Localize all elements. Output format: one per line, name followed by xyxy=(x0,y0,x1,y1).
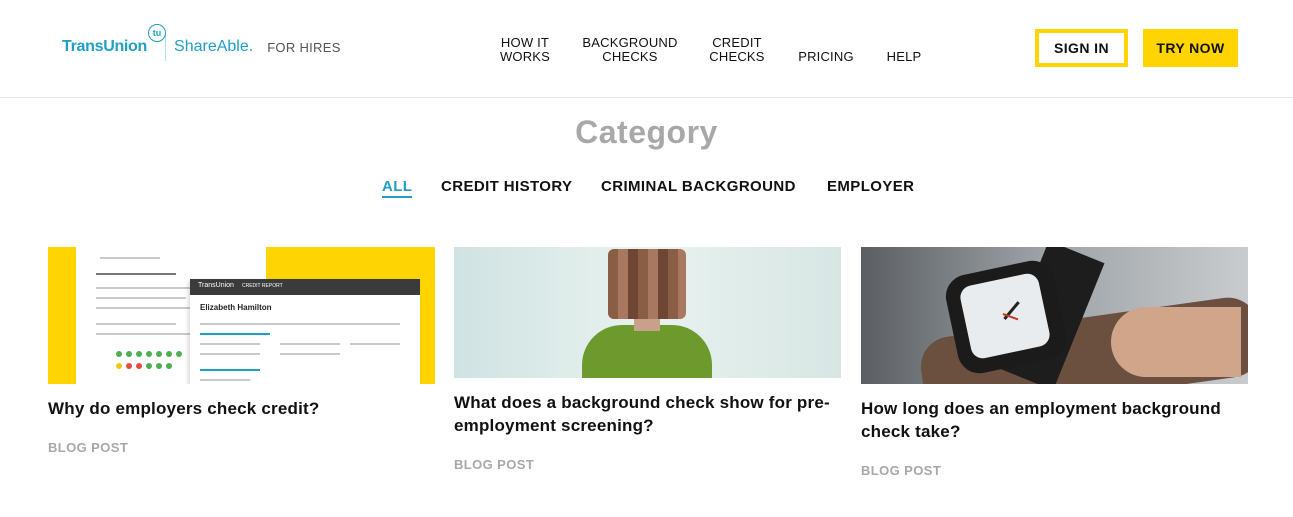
sign-in-button[interactable]: SIGN IN xyxy=(1035,29,1128,67)
category-tabs: ALL CREDIT HISTORY CRIMINAL BACKGROUND E… xyxy=(0,178,1293,198)
nav-credit-checks-line1: CREDIT xyxy=(712,35,762,50)
report-title: CREDIT REPORT xyxy=(242,283,283,289)
hand xyxy=(1111,307,1241,377)
tab-criminal-background[interactable]: CRIMINAL BACKGROUND xyxy=(601,178,796,195)
tab-all[interactable]: ALL xyxy=(382,178,413,198)
woman-portrait-image[interactable] xyxy=(454,247,841,378)
nav-help-line1 xyxy=(884,36,924,50)
tab-employer[interactable]: EMPLOYER xyxy=(827,178,914,195)
nav-pricing[interactable]: PRICING xyxy=(794,36,858,64)
card-type-label: BLOG POST xyxy=(861,463,942,478)
report-page-front: TransUnion CREDIT REPORT Elizabeth Hamil… xyxy=(190,279,420,384)
nav-pricing-line1 xyxy=(794,36,858,50)
blog-card-background-check[interactable]: What does a background check show for pr… xyxy=(454,247,841,472)
report-subject-name: Elizabeth Hamilton xyxy=(200,303,272,312)
report-brand: TransUnion xyxy=(198,282,234,289)
category-heading: Category xyxy=(575,114,718,150)
nav-help[interactable]: HELP xyxy=(884,36,924,64)
nav-pricing-line2: PRICING xyxy=(798,49,854,64)
nav-how-it-works[interactable]: HOW IT WORKS xyxy=(496,36,554,64)
try-now-button[interactable]: TRY NOW xyxy=(1143,29,1238,67)
report-header-bar: TransUnion CREDIT REPORT xyxy=(190,279,420,295)
wristwatch-image[interactable] xyxy=(861,247,1248,384)
nav-credit-checks[interactable]: CREDIT CHECKS xyxy=(704,36,770,64)
site-header: TransUnion tu ShareAble. FOR HIRES HOW I… xyxy=(0,0,1293,98)
nav-background-checks-line1: BACKGROUND xyxy=(582,35,678,50)
card-title[interactable]: What does a background check show for pr… xyxy=(454,391,841,437)
nav-how-it-works-line2: WORKS xyxy=(499,49,551,64)
green-sweater xyxy=(582,325,712,378)
nav-background-checks-line2: CHECKS xyxy=(602,49,658,64)
pixelated-face xyxy=(608,249,686,319)
nav-credit-checks-line2: CHECKS xyxy=(709,49,765,64)
blog-card-credit[interactable]: TransUnion CREDIT REPORT Elizabeth Hamil… xyxy=(48,247,435,455)
blog-card-background-check-time[interactable]: How long does an employment background c… xyxy=(861,247,1248,478)
nav-background-checks[interactable]: BACKGROUND CHECKS xyxy=(580,36,680,64)
card-title[interactable]: Why do employers check credit? xyxy=(48,397,435,420)
card-title[interactable]: How long does an employment background c… xyxy=(861,397,1248,443)
nav-how-it-works-line1: HOW IT xyxy=(500,35,550,50)
credit-report-image[interactable]: TransUnion CREDIT REPORT Elizabeth Hamil… xyxy=(48,247,435,384)
nav-help-line2: HELP xyxy=(886,49,922,64)
tab-credit-history[interactable]: CREDIT HISTORY xyxy=(441,178,572,195)
card-type-label: BLOG POST xyxy=(48,440,129,455)
card-type-label: BLOG POST xyxy=(454,457,535,472)
